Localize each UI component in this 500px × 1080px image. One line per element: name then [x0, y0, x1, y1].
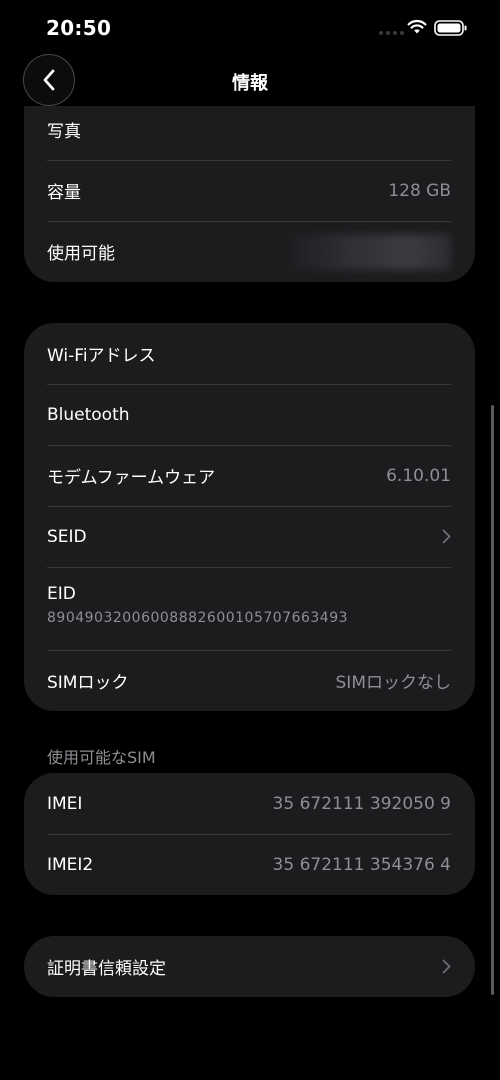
available-row: 使用可能 [24, 221, 475, 282]
certificate-trust-label: 証明書信頼設定 [47, 959, 166, 979]
sim-card: IMEI 35 672111 392050 9 IMEI2 35 672111 … [24, 773, 475, 895]
capacity-label: 容量 [47, 183, 81, 203]
eid-value: 89049032006008882600105707663493 [47, 610, 349, 626]
status-time: 20:50 [46, 16, 112, 40]
eid-row: EID 89049032006008882600105707663493 [24, 567, 475, 650]
seid-label: SEID [47, 526, 87, 547]
capacity-row: 容量 128 GB [24, 160, 475, 221]
wifi-address-row: Wi-Fiアドレス [24, 323, 475, 384]
available-label: 使用可能 [47, 244, 115, 264]
sim-lock-value: SIMロックなし [335, 673, 451, 693]
wifi-icon [407, 19, 427, 34]
available-sim-header: 使用可能なSIM [47, 748, 156, 767]
chevron-right-icon [442, 529, 451, 544]
bluetooth-row: Bluetooth [24, 384, 475, 445]
page-title: 情報 [232, 73, 268, 94]
imei2-label: IMEI2 [47, 854, 94, 875]
network-info-card: Wi-Fiアドレス Bluetooth モデムファームウェア 6.10.01 S… [24, 323, 475, 711]
imei-label: IMEI [47, 793, 83, 814]
wifi-address-label: Wi-Fiアドレス [47, 346, 156, 366]
chevron-right-icon [442, 959, 451, 974]
imei2-value: 35 672111 354376 4 [272, 854, 451, 875]
bluetooth-label: Bluetooth [47, 404, 130, 425]
eid-label: EID [47, 584, 76, 604]
battery-icon [434, 20, 467, 36]
status-bar: 20:50 [0, 0, 500, 56]
modem-firmware-value: 6.10.01 [386, 465, 451, 486]
photos-label: 写真 [47, 122, 81, 142]
capacity-value: 128 GB [388, 180, 451, 201]
imei-row: IMEI 35 672111 392050 9 [24, 773, 475, 834]
modem-firmware-row: モデムファームウェア 6.10.01 [24, 445, 475, 506]
sim-lock-label: SIMロック [47, 673, 129, 693]
cellular-signal-icon [379, 31, 404, 35]
imei-value: 35 672111 392050 9 [272, 793, 451, 814]
seid-row[interactable]: SEID [24, 506, 475, 567]
imei2-row: IMEI2 35 672111 354376 4 [24, 834, 475, 895]
certificate-trust-card: 証明書信頼設定 [24, 936, 475, 997]
scrollbar[interactable] [491, 405, 494, 995]
navigation-bar: 情報 [0, 54, 500, 106]
sim-lock-row: SIMロック SIMロックなし [24, 650, 475, 711]
modem-firmware-label: モデムファームウェア [47, 468, 216, 488]
photos-row[interactable]: 写真 [24, 99, 475, 160]
available-value-redacted [281, 233, 451, 270]
certificate-trust-row[interactable]: 証明書信頼設定 [24, 936, 475, 997]
